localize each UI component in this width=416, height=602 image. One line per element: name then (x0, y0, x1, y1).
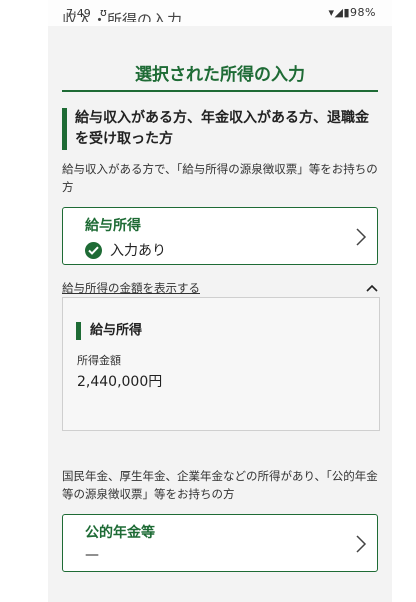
chevron-right-icon (356, 228, 367, 246)
salary-card-title: 給与所得 (85, 218, 141, 234)
pension-card-title: 公的年金等 (85, 525, 155, 541)
salary-section-description: 給与収入がある方で、「給与所得の源泉徴収票」等をお持ちの方 (62, 162, 378, 194)
salary-card-status-text: 入力あり (110, 243, 166, 259)
chevron-up-icon (366, 284, 378, 292)
public-pension-card[interactable]: 公的年金等 — (62, 514, 378, 572)
salary-section-heading: 給与収入がある方、年金収入がある方、退職金を受け取った方 (62, 108, 380, 150)
previous-heading: 収入・所得の入力 (62, 11, 183, 22)
status-indicators: ▾◢▮98% (328, 6, 376, 19)
amount-label: 所得金額 (77, 354, 121, 367)
pension-card-status: — (85, 547, 99, 563)
app-screen: 7:49 ʊ ▾◢▮98% 収入・所得の入力 選択された所得の入力 給与収入があ… (48, 0, 392, 602)
title-divider (62, 90, 378, 92)
salary-income-card[interactable]: 給与所得 入力あり (62, 207, 378, 265)
battery-percent: 98% (350, 6, 376, 19)
salary-amount-detail: 給与所得 所得金額 2,440,000円 (62, 297, 380, 431)
page-title: 選択された所得の入力 (135, 65, 305, 85)
detail-title: 給与所得 (76, 322, 142, 340)
check-circle-icon (85, 241, 102, 259)
salary-card-status: 入力あり (85, 240, 166, 260)
amount-value: 2,440,000円 (77, 374, 163, 390)
toggle-label: 給与所得の金額を表示する (62, 281, 200, 295)
show-salary-amount-toggle[interactable]: 給与所得の金額を表示する (62, 280, 378, 296)
pension-section-description: 国民年金、厚生年金、企業年金などの所得があり、「公的年金等の源泉徴収票」等をお持… (62, 469, 378, 501)
chevron-right-icon (356, 535, 367, 553)
